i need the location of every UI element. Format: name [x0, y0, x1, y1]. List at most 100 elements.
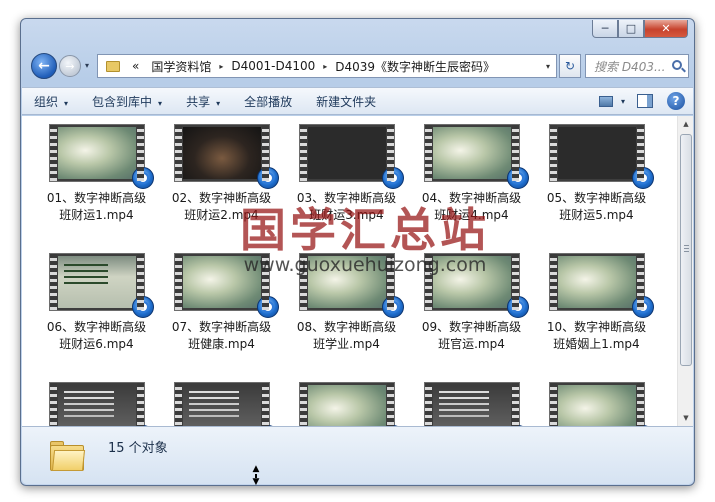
thumbnail-frame — [182, 385, 261, 426]
file-item[interactable]: 01、数字神断高级班财运1.mp4 — [34, 124, 159, 241]
video-thumbnail — [48, 253, 154, 318]
thumbnail-frame — [432, 256, 511, 308]
forward-button[interactable]: → — [59, 55, 81, 77]
change-view-icon[interactable] — [598, 95, 613, 107]
video-thumbnail — [298, 253, 404, 318]
file-item[interactable]: 07、数字神断高级班健康.mp4 — [159, 253, 284, 370]
folder-icon — [106, 60, 120, 72]
file-list-pane: 01、数字神断高级班财运1.mp4 02、数字神断高级班财运2.mp4 03、数字神… — [22, 116, 693, 426]
file-item[interactable]: 11、数字神断高 — [34, 382, 159, 426]
video-thumbnail — [48, 382, 154, 426]
video-thumbnail — [298, 124, 404, 189]
breadcrumb-separator[interactable]: ▸ — [217, 62, 225, 71]
include-in-library-label: 包含到库中 — [92, 94, 153, 109]
file-grid: 01、数字神断高级班财运1.mp4 02、数字神断高级班财运2.mp4 03、数字神… — [34, 124, 669, 426]
back-button[interactable]: ← — [31, 53, 57, 79]
file-item[interactable]: 08、数字神断高级班学业.mp4 — [284, 253, 409, 370]
thumbnail-frame — [182, 256, 261, 308]
address-bar-row: ← → ▾ « 国学资料馆 ▸ D4001-D4100 ▸ D4039《数字神断… — [29, 52, 690, 80]
file-name: 07、数字神断高级班健康.mp4 — [171, 320, 272, 351]
media-player-icon — [631, 296, 654, 318]
help-icon[interactable]: ? — [667, 92, 685, 110]
share-label: 共享 — [186, 94, 211, 109]
refresh-button[interactable]: ↻ — [559, 54, 581, 78]
video-thumbnail — [423, 253, 529, 318]
resize-cursor-icon: ▲ ▼ — [252, 464, 260, 487]
file-name: 05、数字神断高级班财运5.mp4 — [546, 191, 647, 222]
file-item[interactable]: 03、数字神断高级班财运3.mp4 — [284, 124, 409, 241]
file-name: 04、数字神断高级班财运4.mp4 — [421, 191, 522, 222]
search-icon[interactable] — [672, 60, 682, 70]
video-thumbnail — [48, 124, 154, 189]
file-item[interactable]: 15、数字神断高 — [534, 382, 659, 426]
file-item[interactable]: 10、数字神断高级班婚姻上1.mp4 — [534, 253, 659, 370]
video-thumbnail — [298, 382, 404, 426]
file-item[interactable]: 05、数字神断高级班财运5.mp4 — [534, 124, 659, 241]
media-player-icon — [506, 167, 529, 189]
chevron-down-icon: ▾ — [216, 98, 221, 108]
command-bar: 组织 ▾ 包含到库中 ▾ 共享 ▾ 全部播放 新建文件夹 ▾ ? — [22, 87, 693, 115]
item-count: 15 个对象 — [108, 441, 168, 456]
view-options-dropdown[interactable]: ▾ — [621, 97, 625, 106]
maximize-button[interactable]: □ — [618, 20, 644, 38]
breadcrumb-d4039[interactable]: D4039《数字神断生辰密码》 — [329, 58, 501, 75]
new-folder-button[interactable]: 新建文件夹 — [304, 93, 388, 110]
media-player-icon — [131, 296, 154, 318]
thumbnail-frame — [432, 127, 511, 179]
vertical-scrollbar[interactable]: ▲ ▼ — [677, 116, 693, 426]
breadcrumb-overflow[interactable]: « — [126, 59, 145, 73]
file-name: 03、数字神断高级班财运3.mp4 — [296, 191, 397, 222]
media-player-icon — [631, 167, 654, 189]
breadcrumb-separator[interactable]: ▸ — [321, 62, 329, 71]
details-pane: 15 个对象 — [22, 426, 693, 484]
caption-buttons: ─ □ ✕ — [592, 20, 688, 38]
breadcrumb-d4001-d4100[interactable]: D4001-D4100 — [225, 59, 321, 73]
play-all-button[interactable]: 全部播放 — [232, 93, 304, 110]
file-name: 06、数字神断高级班财运6.mp4 — [46, 320, 147, 351]
file-name: 10、数字神断高级班婚姻上1.mp4 — [546, 320, 647, 351]
media-player-icon — [256, 296, 279, 318]
file-item[interactable]: 13、数字神断高 — [284, 382, 409, 426]
address-bar[interactable]: « 国学资料馆 ▸ D4001-D4100 ▸ D4039《数字神断生辰密码》 … — [97, 54, 557, 78]
share-menu[interactable]: 共享 ▾ — [174, 93, 232, 110]
file-name: 08、数字神断高级班学业.mp4 — [296, 320, 397, 351]
scroll-up-arrow[interactable]: ▲ — [678, 116, 693, 132]
media-player-icon — [381, 167, 404, 189]
file-name: 02、数字神断高级班财运2.mp4 — [171, 191, 272, 222]
thumbnail-frame — [557, 127, 636, 179]
explorer-window: ─ □ ✕ ← → ▾ « 国学资料馆 ▸ D4001-D4100 ▸ D403… — [20, 18, 695, 486]
video-thumbnail — [173, 253, 279, 318]
file-item[interactable]: 14、数字神断高 — [409, 382, 534, 426]
file-item[interactable]: 04、数字神断高级班财运4.mp4 — [409, 124, 534, 241]
search-input[interactable]: 搜索 D403... — [585, 54, 689, 78]
media-player-icon — [256, 167, 279, 189]
media-player-icon — [506, 296, 529, 318]
scrollbar-thumb[interactable] — [680, 134, 692, 366]
chevron-down-icon: ▾ — [64, 98, 69, 108]
close-button[interactable]: ✕ — [644, 20, 688, 38]
organize-menu[interactable]: 组织 ▾ — [22, 93, 80, 110]
breadcrumb-guoxue[interactable]: 国学资料馆 — [145, 58, 217, 75]
thumbnail-frame — [557, 256, 636, 308]
file-item[interactable]: 02、数字神断高级班财运2.mp4 — [159, 124, 284, 241]
thumbnail-frame — [557, 385, 636, 426]
video-thumbnail — [548, 124, 654, 189]
thumbnail-frame — [307, 385, 386, 426]
file-item[interactable]: 12、数字神断高 — [159, 382, 284, 426]
file-name: 09、数字神断高级班官运.mp4 — [421, 320, 522, 351]
video-thumbnail — [173, 124, 279, 189]
minimize-button[interactable]: ─ — [592, 20, 618, 38]
video-thumbnail — [173, 382, 279, 426]
chevron-down-icon: ▾ — [158, 98, 163, 108]
search-placeholder: 搜索 D403... — [594, 59, 666, 74]
scroll-down-arrow[interactable]: ▼ — [678, 410, 693, 426]
recent-pages-dropdown[interactable]: ▾ — [85, 61, 89, 70]
preview-pane-icon[interactable] — [637, 94, 653, 108]
address-dropdown[interactable]: ▾ — [546, 62, 550, 71]
video-thumbnail — [423, 124, 529, 189]
file-item[interactable]: 09、数字神断高级班官运.mp4 — [409, 253, 534, 370]
file-item[interactable]: 06、数字神断高级班财运6.mp4 — [34, 253, 159, 370]
thumbnail-frame — [57, 256, 136, 308]
grip-icon — [684, 245, 689, 252]
include-in-library-menu[interactable]: 包含到库中 ▾ — [80, 93, 174, 110]
